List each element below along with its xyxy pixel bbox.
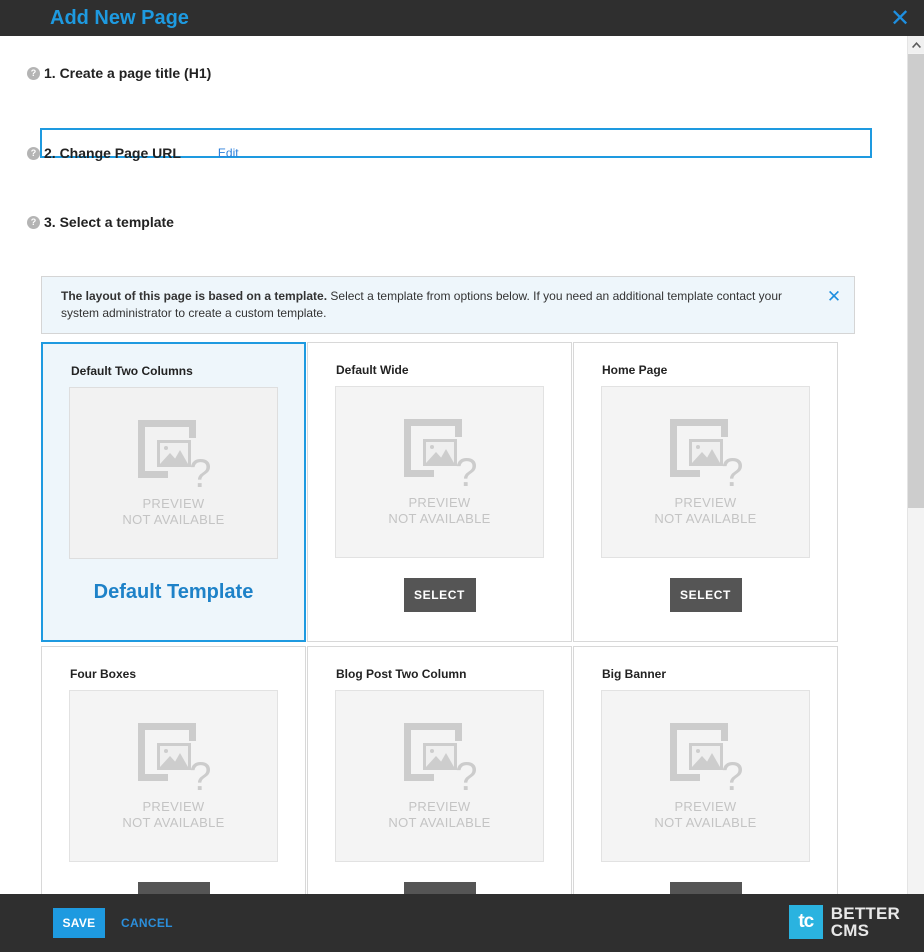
no-image-placeholder-icon: ? xyxy=(136,721,212,793)
close-icon[interactable]: ✕ xyxy=(824,287,844,307)
preview-unavailable-text: PREVIEWNOT AVAILABLE xyxy=(122,799,224,831)
preview-unavailable-text: PREVIEWNOT AVAILABLE xyxy=(122,496,224,528)
preview-unavailable-text: PREVIEWNOT AVAILABLE xyxy=(654,799,756,831)
preview-line-1: PREVIEW xyxy=(122,799,224,815)
add-new-page-modal: Add New Page ✕ ? 1. Create a page title … xyxy=(0,0,924,952)
template-name: Big Banner xyxy=(602,667,837,681)
preview-line-2: NOT AVAILABLE xyxy=(122,512,224,528)
preview-line-2: NOT AVAILABLE xyxy=(122,815,224,831)
brand-line-1: BETTER xyxy=(831,905,900,922)
template-row: Default Two Columns?PREVIEWNOT AVAILABLE… xyxy=(41,342,860,642)
no-image-placeholder-icon: ? xyxy=(402,417,478,489)
modal-footer: SAVE CANCEL tc BETTER CMS xyxy=(0,894,924,952)
modal-header: Add New Page ✕ xyxy=(0,0,924,36)
step-1-label: 1. Create a page title (H1) xyxy=(44,65,211,81)
select-template-button[interactable]: SELECT xyxy=(404,578,476,612)
no-image-placeholder-icon: ? xyxy=(402,721,478,793)
no-image-placeholder-icon: ? xyxy=(136,418,212,490)
better-cms-logo: tc BETTER CMS xyxy=(789,905,900,939)
preview-line-1: PREVIEW xyxy=(122,496,224,512)
step-3-label: 3. Select a template xyxy=(44,214,174,230)
template-thumbnail: ? PREVIEWNOT AVAILABLE xyxy=(601,690,810,862)
template-card-big-banner[interactable]: Big Banner? PREVIEWNOT AVAILABLE SELECT xyxy=(573,646,838,894)
page-title: Add New Page xyxy=(50,0,189,36)
template-thumbnail: ? PREVIEWNOT AVAILABLE xyxy=(69,690,278,862)
cancel-button[interactable]: CANCEL xyxy=(121,916,173,930)
help-icon[interactable]: ? xyxy=(27,216,40,229)
template-name: Four Boxes xyxy=(70,667,305,681)
template-name: Default Two Columns xyxy=(71,364,304,378)
template-thumbnail: ? PREVIEWNOT AVAILABLE xyxy=(601,386,810,558)
template-grid: Default Two Columns?PREVIEWNOT AVAILABLE… xyxy=(41,342,860,894)
preview-line-2: NOT AVAILABLE xyxy=(388,815,490,831)
template-name: Blog Post Two Column xyxy=(336,667,571,681)
step-2-label: 2. Change Page URL xyxy=(44,145,181,161)
preview-line-2: NOT AVAILABLE xyxy=(654,815,756,831)
scrollbar-thumb[interactable] xyxy=(908,54,924,508)
preview-line-1: PREVIEW xyxy=(388,799,490,815)
brand-text: BETTER CMS xyxy=(831,905,900,939)
no-image-placeholder-icon: ? xyxy=(668,417,744,489)
preview-line-2: NOT AVAILABLE xyxy=(654,511,756,527)
help-icon[interactable]: ? xyxy=(27,67,40,80)
step-3-row: ? 3. Select a template xyxy=(27,214,174,230)
template-info-banner: The layout of this page is based on a te… xyxy=(41,276,855,334)
close-icon[interactable]: ✕ xyxy=(886,4,914,32)
preview-unavailable-text: PREVIEWNOT AVAILABLE xyxy=(654,495,756,527)
chevron-up-icon[interactable] xyxy=(908,36,924,53)
info-banner-bold-text: The layout of this page is based on a te… xyxy=(61,289,327,303)
template-name: Home Page xyxy=(602,363,837,377)
step-2-row: ? 2. Change Page URL Edit xyxy=(27,145,239,161)
template-card-four-boxes[interactable]: Four Boxes? PREVIEWNOT AVAILABLE SELECT xyxy=(41,646,306,894)
template-name: Default Wide xyxy=(336,363,571,377)
preview-unavailable-text: PREVIEWNOT AVAILABLE xyxy=(388,799,490,831)
brand-line-2: CMS xyxy=(831,922,900,939)
select-template-button[interactable]: SELECT xyxy=(404,882,476,894)
template-card-default-two-columns[interactable]: Default Two Columns? PREVIEWNOT AVAILABLE… xyxy=(41,342,306,642)
edit-url-link[interactable]: Edit xyxy=(218,146,239,160)
preview-line-2: NOT AVAILABLE xyxy=(388,511,490,527)
template-thumbnail: ? PREVIEWNOT AVAILABLE xyxy=(335,690,544,862)
save-button[interactable]: SAVE xyxy=(53,908,105,938)
preview-line-1: PREVIEW xyxy=(654,495,756,511)
vertical-scrollbar[interactable] xyxy=(907,36,924,894)
no-image-placeholder-icon: ? xyxy=(668,721,744,793)
preview-unavailable-text: PREVIEWNOT AVAILABLE xyxy=(388,495,490,527)
modal-body: ? 1. Create a page title (H1) ? 2. Chang… xyxy=(0,36,924,894)
select-template-button[interactable]: SELECT xyxy=(670,578,742,612)
template-row: Four Boxes?PREVIEWNOT AVAILABLESELECTBlo… xyxy=(41,646,860,894)
info-banner-text: The layout of this page is based on a te… xyxy=(61,288,812,322)
default-template-label: Default Template xyxy=(43,581,304,604)
template-card-blog-post-two-column[interactable]: Blog Post Two Column? PREVIEWNOT AVAILABL… xyxy=(307,646,572,894)
select-template-button[interactable]: SELECT xyxy=(138,882,210,894)
brand-mark-icon: tc xyxy=(789,905,823,939)
template-card-default-wide[interactable]: Default Wide? PREVIEWNOT AVAILABLE SELECT xyxy=(307,342,572,642)
template-thumbnail: ? PREVIEWNOT AVAILABLE xyxy=(335,386,544,558)
preview-line-1: PREVIEW xyxy=(654,799,756,815)
select-template-button[interactable]: SELECT xyxy=(670,882,742,894)
step-1-row: ? 1. Create a page title (H1) xyxy=(27,65,211,81)
preview-line-1: PREVIEW xyxy=(388,495,490,511)
template-card-home-page[interactable]: Home Page? PREVIEWNOT AVAILABLE SELECT xyxy=(573,342,838,642)
template-thumbnail: ? PREVIEWNOT AVAILABLE xyxy=(69,387,278,559)
help-icon[interactable]: ? xyxy=(27,147,40,160)
